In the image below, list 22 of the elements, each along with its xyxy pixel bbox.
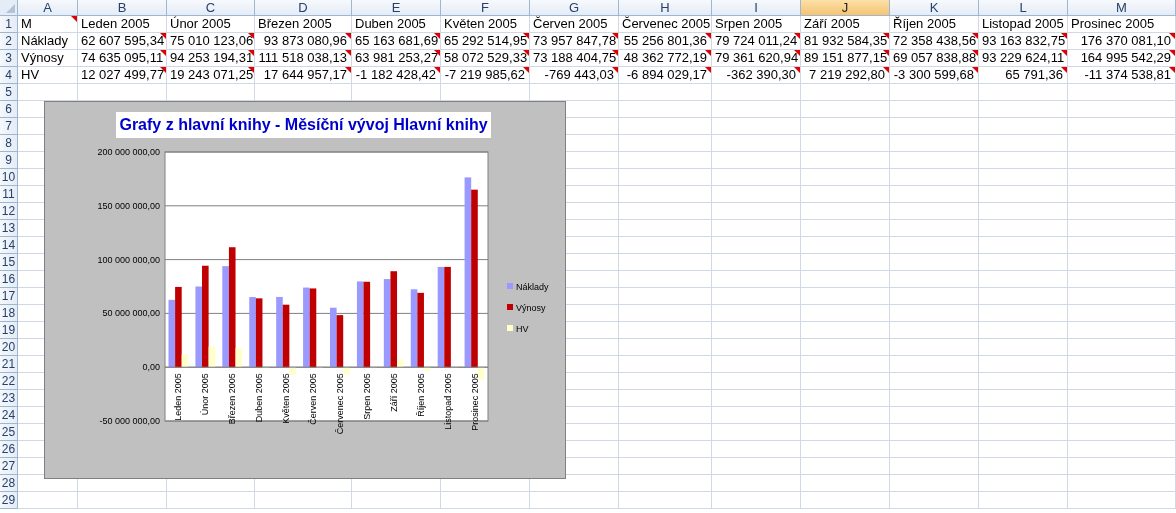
chart-title: Grafy z hlavní knihy - Měsíční vývoj Hlavní knihy (116, 112, 491, 138)
legend-label: Náklady (516, 282, 549, 292)
category-label: Únor 2005 (200, 373, 211, 416)
category-label: Prosinec 2005 (469, 373, 480, 431)
category-label: Listopad 2005 (442, 373, 453, 430)
y-tick-label: 100 000 000,00 (97, 254, 160, 265)
y-tick-label: 0,00 (142, 362, 160, 373)
category-label: Březen 2005 (227, 373, 238, 425)
category-label: Říjen 2005 (415, 373, 426, 417)
legend-label: Výnosy (516, 303, 546, 313)
category-label: Srpen 2005 (361, 373, 372, 420)
category-label: Červen 2005 (308, 373, 319, 425)
legend-label: HV (516, 324, 529, 334)
y-tick-label: -50 000 000,00 (99, 416, 160, 426)
y-tick-label: 50 000 000,00 (102, 308, 160, 319)
category-label: Září 2005 (388, 373, 399, 412)
y-tick-label: 150 000 000,00 (97, 200, 160, 211)
category-label: Květen 2005 (281, 373, 292, 424)
y-tick-label: 200 000 000,00 (97, 147, 160, 157)
category-label: Leden 2005 (173, 373, 184, 421)
category-label: Červenec 2005 (334, 373, 345, 435)
category-label: Duben 2005 (254, 373, 265, 423)
